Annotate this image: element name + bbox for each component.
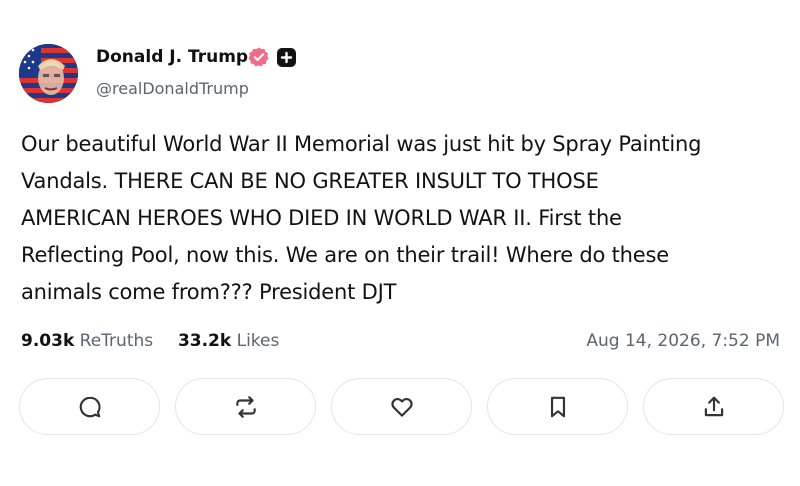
verified-badge-icon xyxy=(248,47,269,67)
display-name[interactable]: Donald J. Trump xyxy=(96,47,248,67)
likes-label: Likes xyxy=(236,331,280,351)
share-button[interactable] xyxy=(643,378,784,435)
handle[interactable]: @realDonaldTrump xyxy=(96,79,249,98)
likes-count: 33.2k xyxy=(177,331,232,351)
retruths-label: ReTruths xyxy=(79,331,154,351)
retruths-stat[interactable]: 9.03k ReTruths xyxy=(21,331,159,351)
post-text-line: Our beautiful World War II Memorial was … xyxy=(21,132,702,156)
bookmark-icon xyxy=(550,396,565,417)
bookmark-button[interactable] xyxy=(487,378,628,435)
post-stats: 9.03k ReTruths 33.2k Likes xyxy=(21,331,279,351)
post-timestamp[interactable]: Aug 14, 2026, 7:52 PM xyxy=(586,331,780,351)
post-text-line: Reflecting Pool, now this. We are on the… xyxy=(21,243,669,267)
retruth-button[interactable] xyxy=(175,378,316,435)
avatar[interactable] xyxy=(19,44,78,103)
reply-icon xyxy=(79,396,101,417)
like-icon xyxy=(390,397,413,417)
action-bar xyxy=(19,378,784,435)
share-icon xyxy=(704,396,723,416)
post-card: Donald J. Trump @realDonaldTrump Our bea… xyxy=(0,0,800,486)
like-button[interactable] xyxy=(331,378,472,435)
post-text: Our beautiful World War II Memorial was … xyxy=(21,126,791,311)
retruths-count: 9.03k xyxy=(21,331,75,351)
plus-badge-icon xyxy=(277,48,296,67)
retruth-icon xyxy=(235,395,256,418)
reply-button[interactable] xyxy=(19,378,160,435)
post-text-line: AMERICAN HEROES WHO DIED IN WORLD WAR II… xyxy=(21,206,622,230)
post-text-line: Vandals. THERE CAN BE NO GREATER INSULT … xyxy=(21,169,599,193)
post-text-line: animals come from??? President DJT xyxy=(21,280,397,304)
likes-stat[interactable]: 33.2k Likes xyxy=(173,331,280,351)
